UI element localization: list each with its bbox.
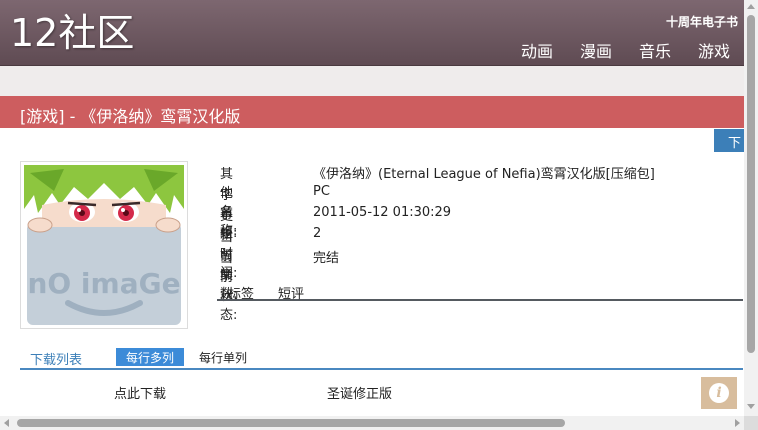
info-value: 《伊洛纳》(Eternal League of Nefia)鸾霄汉化版[压缩包]	[313, 167, 655, 182]
download-row: 点此下载 圣诞修正版	[20, 372, 743, 408]
main-nav: 动画 漫画 音乐 游戏	[521, 38, 730, 62]
tab-reviews[interactable]: 短评	[278, 283, 304, 302]
scroll-right-icon[interactable]	[735, 419, 740, 427]
horizontal-scroll-thumb[interactable]	[17, 419, 565, 427]
view-single-column-button[interactable]: 每行单列	[199, 349, 247, 366]
detail-tabs: 标签 短评	[217, 283, 743, 302]
sub-header-strip	[0, 66, 744, 96]
scroll-up-icon[interactable]	[747, 4, 755, 9]
nav-item-music[interactable]: 音乐	[639, 38, 671, 62]
scroll-left-icon[interactable]	[4, 419, 9, 427]
scrollbar-corner	[744, 416, 758, 430]
info-button[interactable]: i	[701, 377, 737, 409]
scroll-down-icon[interactable]	[747, 404, 755, 409]
title-bar: [游戏] - 《伊洛纳》鸾霄汉化版	[0, 96, 744, 128]
svg-text:nO imaGe: nO imaGe	[27, 267, 180, 300]
download-tab[interactable]: 下	[714, 129, 744, 152]
view-multi-column-button[interactable]: 每行多列	[116, 348, 185, 366]
info-value: PC	[313, 184, 330, 199]
page-title: [游戏] - 《伊洛纳》鸾霄汉化版	[20, 107, 241, 126]
horizontal-scrollbar[interactable]	[0, 416, 744, 430]
info-value: 2011-05-12 01:30:29	[313, 205, 452, 220]
tab-tags[interactable]: 标签	[228, 283, 254, 302]
download-list-header: 下载列表 每行多列 每行单列	[20, 347, 743, 370]
site-header: 12社区 十周年电子书 动画 漫画 音乐 游戏	[0, 0, 744, 66]
download-link[interactable]: 点此下载	[114, 383, 166, 402]
tagline-link[interactable]: 十周年电子书	[666, 13, 738, 30]
cover-image: nO imaGe	[20, 161, 188, 329]
vertical-scroll-thumb[interactable]	[747, 15, 755, 353]
nav-item-manga[interactable]: 漫画	[580, 38, 612, 62]
site-logo[interactable]: 12社区	[10, 12, 134, 54]
nav-item-anime[interactable]: 动画	[521, 38, 553, 62]
no-image-placeholder-icon: nO imaGe	[24, 165, 184, 325]
info-icon: i	[709, 383, 729, 403]
info-value: 完结	[313, 251, 340, 266]
nav-item-games[interactable]: 游戏	[698, 38, 730, 62]
page: 12社区 十周年电子书 动画 漫画 音乐 游戏 [游戏] - 《伊洛纳》鸾霄汉化…	[0, 0, 758, 430]
download-item-name: 圣诞修正版	[327, 387, 393, 402]
info-value: 2	[313, 226, 322, 241]
download-list-label: 下载列表	[30, 353, 83, 368]
vertical-scrollbar[interactable]	[744, 0, 758, 416]
